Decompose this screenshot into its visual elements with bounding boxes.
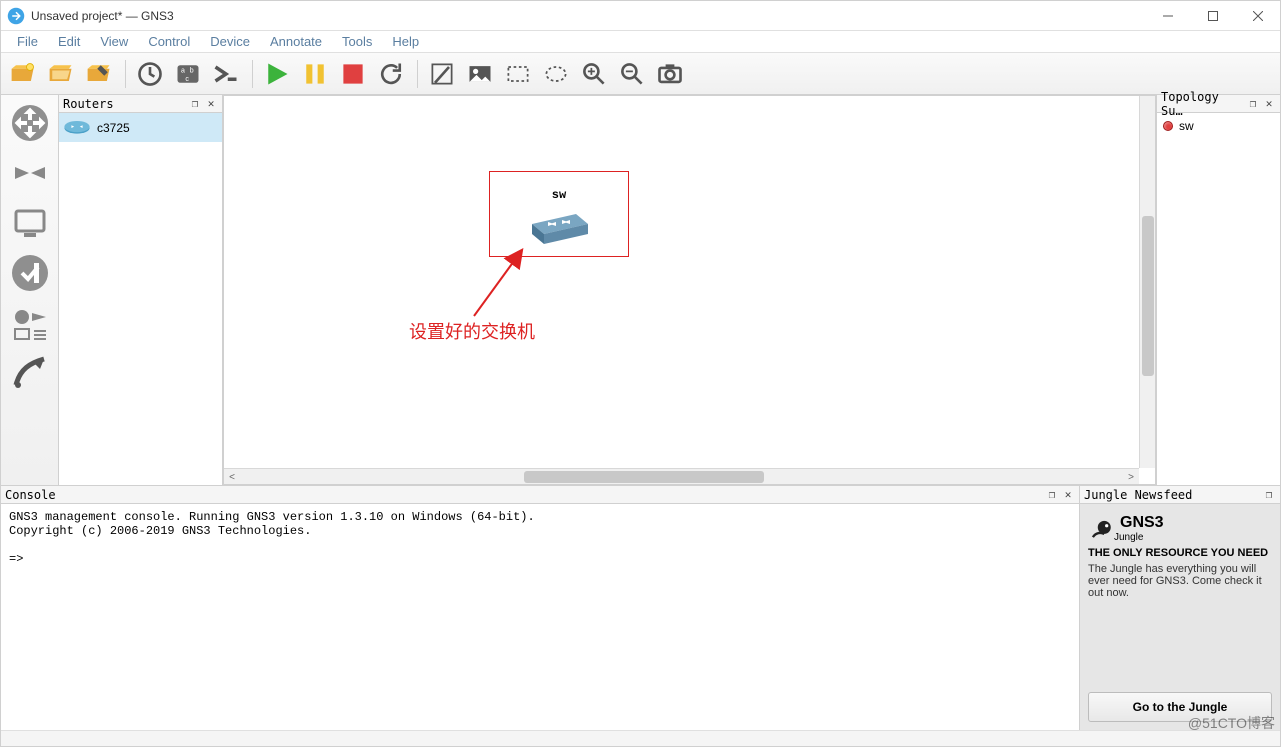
show-names-icon[interactable]: abc (170, 56, 206, 92)
topology-item-sw[interactable]: sw (1163, 119, 1274, 133)
image-icon[interactable] (462, 56, 498, 92)
routers-category-icon[interactable] (6, 99, 54, 147)
scroll-left-icon[interactable]: < (224, 469, 240, 485)
canvas-horizontal-scrollbar[interactable]: < > (224, 468, 1139, 484)
panel-float-icon[interactable]: ❐ (1246, 97, 1260, 111)
menu-control[interactable]: Control (138, 32, 200, 51)
gns3-logo-icon (1088, 516, 1114, 542)
router-icon (63, 119, 91, 137)
topology-list: sw (1157, 113, 1280, 485)
close-button[interactable] (1235, 1, 1280, 31)
panel-float-icon[interactable]: ❐ (188, 97, 202, 111)
routers-panel-header[interactable]: Routers ❐ ✕ (59, 95, 222, 113)
rect-icon[interactable] (500, 56, 536, 92)
svg-text:c: c (185, 76, 189, 83)
save-project-icon[interactable] (81, 56, 117, 92)
note-icon[interactable] (424, 56, 460, 92)
menu-edit[interactable]: Edit (48, 32, 90, 51)
switches-category-icon[interactable] (6, 149, 54, 197)
scroll-right-icon[interactable]: > (1123, 469, 1139, 485)
annotation-arrow-icon (224, 96, 1155, 484)
screenshot-icon[interactable] (652, 56, 688, 92)
router-item-c3725[interactable]: c3725 (59, 113, 222, 143)
panel-float-icon[interactable]: ❐ (1262, 488, 1276, 502)
menu-tools[interactable]: Tools (332, 32, 382, 51)
toolbar-separator (252, 60, 253, 88)
watermark: @51CTO博客 (1188, 713, 1275, 733)
panel-float-icon[interactable]: ❐ (1045, 488, 1059, 502)
window-title: Unsaved project* — GNS3 (31, 9, 1145, 23)
menu-help[interactable]: Help (382, 32, 429, 51)
selected-node-sw[interactable]: sw (489, 171, 629, 257)
routers-list: c3725 (59, 113, 222, 485)
new-project-icon[interactable] (5, 56, 41, 92)
snapshot-icon[interactable] (132, 56, 168, 92)
topology-item-label: sw (1179, 119, 1194, 133)
topology-panel-header[interactable]: Topology Su… ❐ ✕ (1157, 95, 1280, 113)
console-panel-title: Console (5, 488, 1043, 502)
maximize-button[interactable] (1190, 1, 1235, 31)
menu-device[interactable]: Device (200, 32, 260, 51)
minimize-button[interactable] (1145, 1, 1190, 31)
panel-close-icon[interactable]: ✕ (204, 97, 218, 111)
jungle-panel-title: Jungle Newsfeed (1084, 488, 1260, 502)
topology-panel-title: Topology Su… (1161, 90, 1244, 118)
switch-icon (528, 208, 592, 248)
workspace-canvas[interactable]: sw 设置好的交换机 < (223, 95, 1156, 485)
reload-icon[interactable] (373, 56, 409, 92)
security-category-icon[interactable] (6, 249, 54, 297)
topology-panel: Topology Su… ❐ ✕ sw (1156, 95, 1280, 485)
annotation-text: 设置好的交换机 (409, 318, 535, 344)
routers-panel: Routers ❐ ✕ c3725 (59, 95, 223, 485)
stop-icon[interactable] (335, 56, 371, 92)
console-panel: Console ❐ ✕ GNS3 management console. Run… (1, 486, 1080, 730)
canvas-vertical-scrollbar[interactable] (1139, 96, 1155, 468)
jungle-sub: Jungle (1114, 532, 1164, 543)
canvas-wrap: sw 设置好的交换机 < (223, 95, 1156, 485)
console-all-icon[interactable] (208, 56, 244, 92)
jungle-brand: GNS3 (1120, 514, 1164, 532)
all-devices-category-icon[interactable] (6, 299, 54, 347)
add-link-icon[interactable] (6, 349, 54, 397)
menubar: File Edit View Control Device Annotate T… (1, 31, 1280, 53)
menu-file[interactable]: File (7, 32, 48, 51)
pause-icon[interactable] (297, 56, 333, 92)
ellipse-icon[interactable] (538, 56, 574, 92)
node-label: sw (490, 188, 628, 202)
jungle-headline: THE ONLY RESOURCE YOU NEED (1080, 547, 1280, 563)
start-icon[interactable] (259, 56, 295, 92)
svg-text:a: a (181, 67, 185, 74)
status-dot-stopped-icon (1163, 121, 1173, 131)
panel-close-icon[interactable]: ✕ (1061, 488, 1075, 502)
toolbar-separator (417, 60, 418, 88)
jungle-description: The Jungle has everything you will ever … (1080, 563, 1280, 605)
main-toolbar: abc (1, 53, 1280, 95)
menu-view[interactable]: View (90, 32, 138, 51)
panel-close-icon[interactable]: ✕ (1262, 97, 1276, 111)
zoom-out-icon[interactable] (614, 56, 650, 92)
titlebar: Unsaved project* — GNS3 (1, 1, 1280, 31)
zoom-in-icon[interactable] (576, 56, 612, 92)
svg-text:b: b (190, 67, 194, 74)
router-item-label: c3725 (97, 121, 130, 135)
jungle-panel: Jungle Newsfeed ❐ GNS3 Jungle THE ONLY R… (1080, 486, 1280, 730)
console-output[interactable]: GNS3 management console. Running GNS3 ve… (1, 504, 1079, 730)
device-dock (1, 95, 59, 485)
app-icon (7, 7, 25, 25)
console-panel-header[interactable]: Console ❐ ✕ (1, 486, 1079, 504)
menu-annotate[interactable]: Annotate (260, 32, 332, 51)
jungle-panel-header[interactable]: Jungle Newsfeed ❐ (1080, 486, 1280, 504)
end-devices-category-icon[interactable] (6, 199, 54, 247)
routers-panel-title: Routers (63, 97, 186, 111)
statusbar (1, 730, 1280, 746)
open-project-icon[interactable] (43, 56, 79, 92)
toolbar-separator (125, 60, 126, 88)
